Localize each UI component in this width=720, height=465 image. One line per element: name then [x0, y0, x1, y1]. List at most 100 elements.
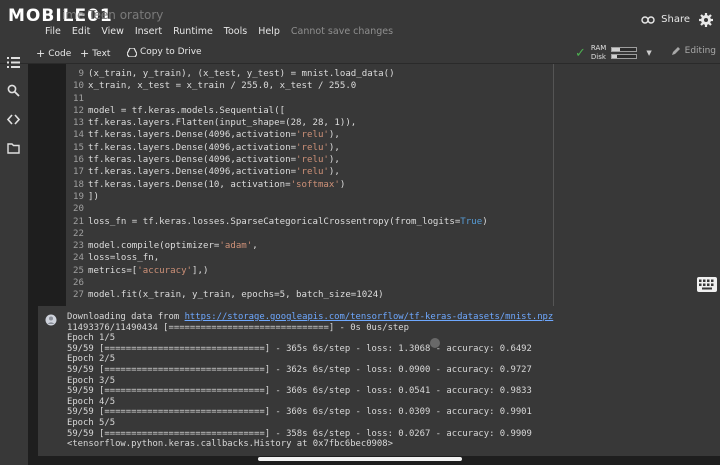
output-line: Epoch 3/5	[67, 375, 116, 386]
code-line[interactable]: 16 tf.keras.layers.Dense(4096,activation=…	[70, 154, 488, 166]
code-text[interactable]: model.fit(x_train, y_train, epochs=5, ba…	[88, 290, 384, 300]
code-text[interactable]: tf.keras.layers.Flatten(input_shape=(28,…	[88, 118, 356, 128]
line-number: 14	[73, 130, 84, 141]
code-cell[interactable]: 9 (x_train, y_train), (x_test, y_test) = …	[38, 64, 720, 306]
menu-tools[interactable]: Tools	[224, 26, 247, 37]
output-text: Downloading data from https://storage.go…	[67, 312, 553, 450]
code-line[interactable]: 22	[70, 228, 488, 240]
code-text[interactable]: loss_fn = tf.keras.losses.SparseCategori…	[88, 217, 488, 227]
line-number: 18	[73, 179, 84, 190]
output-line: 59/59 [==============================] -…	[67, 343, 532, 354]
share-button[interactable]: Share	[641, 14, 690, 25]
add-code-label: Code	[48, 48, 72, 59]
chevron-down-icon[interactable]: ▼	[646, 49, 651, 57]
editing-mode[interactable]: Editing	[671, 46, 716, 56]
code-text[interactable]: model = tf.keras.models.Sequential([	[88, 106, 285, 116]
plus-icon: +	[36, 47, 46, 60]
code-text[interactable]: metrics=['accuracy'],)	[88, 266, 208, 276]
search-icon[interactable]	[7, 84, 20, 97]
code-text[interactable]: x_train, x_test = x_train / 255.0, x_tes…	[88, 81, 356, 91]
code-text[interactable]: (x_train, y_train), (x_test, y_test) = m…	[88, 69, 395, 79]
resource-monitor[interactable]: ✓ RAM Disk ▼	[575, 44, 652, 62]
code-line[interactable]: 15 tf.keras.layers.Dense(4096,activation=…	[70, 142, 488, 154]
code-line[interactable]: 17 tf.keras.layers.Dense(4096,activation=…	[70, 166, 488, 178]
line-number: 23	[73, 241, 84, 252]
output-line: <tensorflow.python.keras.callbacks.Histo…	[67, 439, 393, 450]
code-line[interactable]: 24 loss=loss_fn,	[70, 252, 488, 264]
menu-view[interactable]: View	[101, 26, 124, 37]
plus-icon: +	[80, 47, 90, 60]
code-line[interactable]: 12 model = tf.keras.models.Sequential([	[70, 105, 488, 117]
line-number: 17	[73, 167, 84, 178]
save-status: Cannot save changes	[290, 26, 394, 37]
files-icon[interactable]	[7, 142, 20, 155]
code-editor[interactable]: 9 (x_train, y_train), (x_test, y_test) = …	[66, 64, 720, 306]
line-number: 16	[73, 155, 84, 166]
code-snippets-icon[interactable]	[7, 113, 20, 126]
line-number: 11	[73, 93, 84, 104]
line-number: 19	[73, 191, 84, 202]
ram-usage-bar	[611, 47, 638, 52]
add-code-button[interactable]: + Code	[36, 47, 71, 60]
code-line[interactable]: 20	[70, 203, 488, 215]
code-line[interactable]: 21 loss_fn = tf.keras.losses.SparseCatego…	[70, 216, 488, 228]
output-line: Epoch 1/5	[67, 333, 116, 344]
code-line[interactable]: 9 (x_train, y_train), (x_test, y_test) = …	[70, 68, 488, 80]
line-number: 21	[73, 216, 84, 227]
add-text-button[interactable]: + Text	[80, 47, 110, 60]
code-text[interactable]: loss=loss_fn,	[88, 253, 159, 263]
code-text[interactable]: ])	[88, 192, 99, 202]
code-text[interactable]: tf.keras.layers.Dense(4096,activation='r…	[88, 155, 340, 165]
menu-bar: File Edit View Insert Runtime Tools Help…	[45, 26, 393, 37]
line-number: 13	[73, 118, 84, 129]
output-menu-icon[interactable]	[45, 314, 57, 326]
touch-cursor	[430, 338, 440, 348]
menu-file[interactable]: File	[45, 26, 61, 37]
code-line[interactable]: 13 tf.keras.layers.Flatten(input_shape=(2…	[70, 117, 488, 129]
editing-label: Editing	[684, 46, 716, 56]
code-line[interactable]: 14 tf.keras.layers.Dense(4096,activation=…	[70, 129, 488, 141]
code-line[interactable]: 26	[70, 277, 488, 289]
line-number: 10	[73, 81, 84, 92]
code-text[interactable]: tf.keras.layers.Dense(4096,activation='r…	[88, 143, 340, 153]
code-line[interactable]: 10 x_train, x_test = x_train / 255.0, x_t…	[70, 80, 488, 92]
left-sidebar	[0, 57, 28, 465]
output-line: Epoch 5/5	[67, 417, 116, 428]
toc-icon[interactable]	[7, 56, 20, 69]
gear-icon[interactable]	[698, 12, 714, 28]
line-number: 15	[73, 142, 84, 153]
output-line: 59/59 [==============================] -…	[67, 407, 532, 418]
code-line[interactable]: 27 model.fit(x_train, y_train, epochs=5, …	[70, 289, 488, 301]
notebook-title[interactable]: ime Teen oratory	[62, 8, 163, 22]
line-number: 20	[73, 204, 84, 215]
code-text[interactable]: tf.keras.layers.Dense(10, activation='so…	[88, 180, 345, 190]
keyboard-icon[interactable]	[696, 274, 718, 296]
code-line[interactable]: 18 tf.keras.layers.Dense(10, activation='…	[70, 179, 488, 191]
cell-output: Downloading data from https://storage.go…	[38, 306, 720, 456]
menu-insert[interactable]: Insert	[135, 26, 162, 37]
code-text[interactable]: model.compile(optimizer='adam',	[88, 241, 258, 251]
pencil-icon	[671, 47, 680, 55]
output-line: 59/59 [==============================] -…	[67, 428, 532, 439]
dataset-link[interactable]: https://storage.googleapis.com/tensorflo…	[185, 312, 554, 322]
code-line[interactable]: 23 model.compile(optimizer='adam',	[70, 240, 488, 252]
output-gutter	[38, 306, 66, 456]
link-icon	[641, 15, 655, 24]
code-lines[interactable]: 9 (x_train, y_train), (x_test, y_test) = …	[70, 68, 488, 302]
menu-help[interactable]: Help	[258, 26, 280, 37]
line-number: 9	[78, 69, 84, 79]
copy-to-drive-button[interactable]: Copy to Drive	[127, 47, 202, 57]
cell-gutter	[38, 64, 66, 306]
copy-to-drive-label: Copy to Drive	[140, 47, 202, 57]
line-number: 26	[73, 278, 84, 289]
menu-edit[interactable]: Edit	[72, 26, 90, 37]
notebook-toolbar: + Code + Text Copy to Drive ✓ RAM Disk ▼…	[0, 42, 720, 64]
line-number: 24	[73, 253, 84, 264]
code-line[interactable]: 19])	[70, 191, 488, 203]
code-line[interactable]: 11	[70, 93, 488, 105]
app-header: MOBILE01 ime Teen oratory File Edit View…	[0, 0, 720, 42]
code-line[interactable]: 25 metrics=['accuracy'],)	[70, 265, 488, 277]
menu-runtime[interactable]: Runtime	[173, 26, 213, 37]
code-text[interactable]: tf.keras.layers.Dense(4096,activation='r…	[88, 130, 340, 140]
code-text[interactable]: tf.keras.layers.Dense(4096,activation='r…	[88, 167, 340, 177]
